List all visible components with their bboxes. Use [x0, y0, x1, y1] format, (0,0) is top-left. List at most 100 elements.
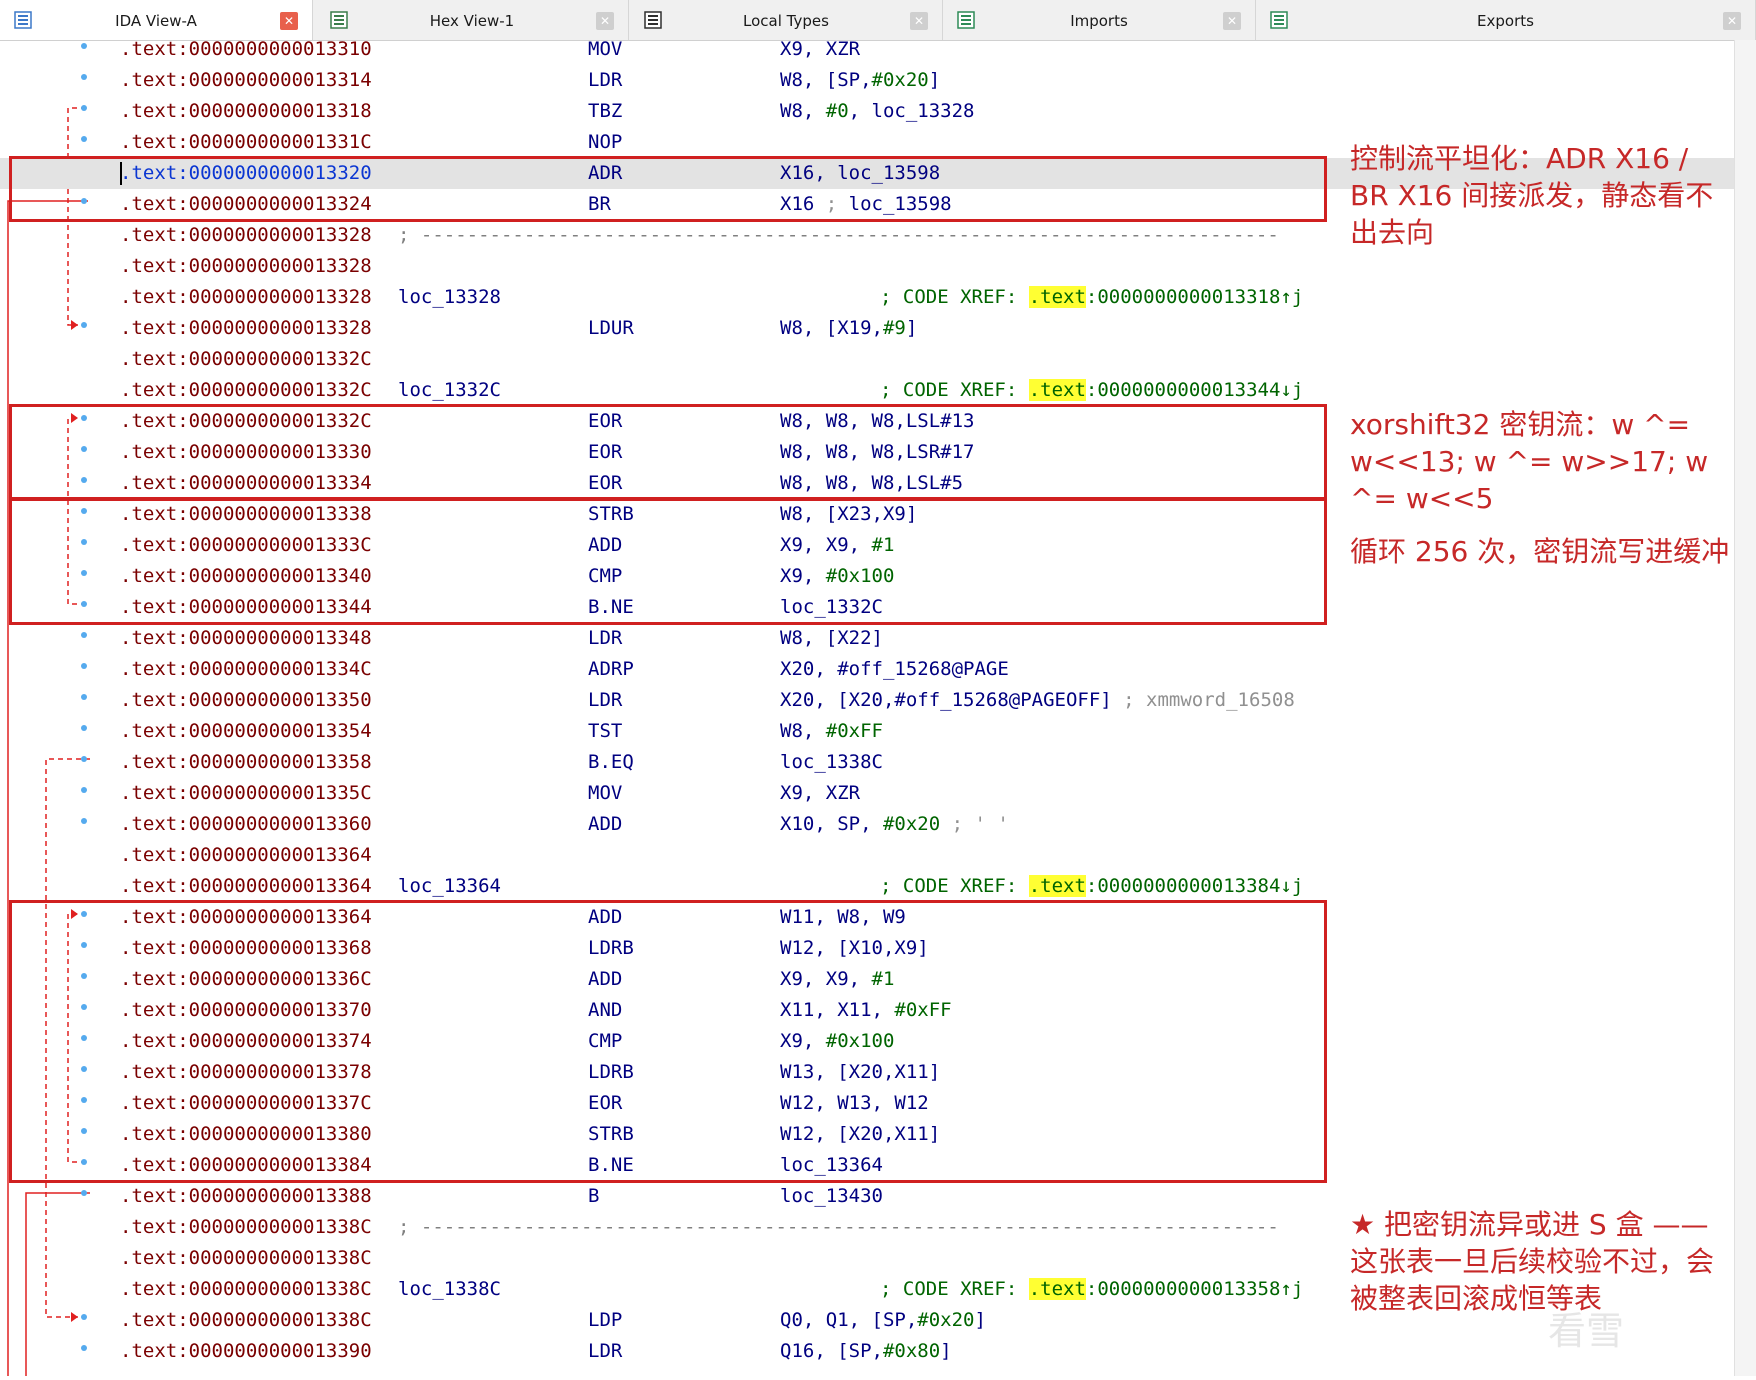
close-icon[interactable]: ✕ [910, 12, 928, 30]
annotation-note: ★ 把密钥流异或进 S 盒 —— 这张表一旦后续校验不过，会被整表回滚成恒等表 [1350, 1208, 1715, 1315]
watermark: 看雪 [1548, 1309, 1625, 1353]
operands: loc_1338C [780, 747, 883, 778]
operand-text: W8, [X22] [780, 627, 883, 649]
blank-row[interactable]: .text:000000000001332C [0, 344, 1735, 375]
instruction-row[interactable]: .text:0000000000013360 ADD X10, SP, #0x20 … [0, 809, 1735, 840]
comment: ; xmmword_16508 [1123, 689, 1295, 711]
xref-section: .text [1028, 379, 1086, 401]
blank-row[interactable]: .text:0000000000013328 [0, 251, 1735, 282]
separator-line: ; --------------------------------------… [398, 224, 1279, 246]
operand-text: X20, [X20,#off_15268@PAGEOFF] [780, 689, 1124, 711]
operand-text: X10, SP, [780, 813, 883, 835]
mnemonic: TST [588, 720, 623, 742]
instruction-row[interactable]: .text:0000000000013354 TST W8, #0xFF [0, 716, 1735, 747]
instruction-row[interactable]: .text:000000000001335C MOV X9, XZR [0, 778, 1735, 809]
xref-section: .text [1028, 286, 1086, 308]
xref-section: .text [1028, 1278, 1086, 1300]
tab-label: Exports [1477, 12, 1534, 30]
xref-target: :0000000000013344↓j [1085, 379, 1304, 401]
label-row[interactable]: .text:000000000001332C loc_1332C ; CODE XR… [0, 375, 1735, 406]
mnemonic: LDR [588, 1340, 623, 1362]
operands: W8, [X19,#9] [780, 313, 917, 344]
code-label[interactable]: loc_1338C [398, 1274, 501, 1305]
mnemonic: ADD [588, 813, 623, 835]
code-label[interactable]: loc_13364 [398, 871, 501, 902]
annotation-box [9, 404, 1327, 501]
address: .text:0000000000013318 [120, 100, 372, 122]
instruction-row[interactable]: .text:0000000000013350 LDR X20, [X20,#off_… [0, 685, 1735, 716]
vertical-scrollbar[interactable] [1734, 40, 1756, 1376]
operands: W8, #0xFF [780, 716, 883, 747]
address: .text:000000000001332C [120, 348, 372, 370]
xref-comment[interactable]: ; CODE XREF: .text:0000000000013318↑j [880, 282, 1303, 313]
mnemonic: LDP [588, 1309, 623, 1331]
instruction-row[interactable]: .text:0000000000013348 LDR W8, [X22] [0, 623, 1735, 654]
tab-label: Local Types [743, 12, 829, 30]
annotation-note: 控制流平坦化：ADR X16 / BR X16 间接派发，静态看不出去向 [1350, 142, 1714, 249]
close-icon[interactable]: ✕ [596, 12, 614, 30]
annotation-note: xorshift32 密钥流：w ^= w<<13; w ^= w>>17; w… [1350, 408, 1709, 515]
operand-text: X9, XZR [780, 38, 861, 60]
instruction-row[interactable]: .text:0000000000013390 LDR Q16, [SP,#0x80] [0, 1336, 1735, 1367]
tab-label: Hex View-1 [429, 12, 515, 30]
operands: X10, SP, #0x20 ; ' ' [780, 809, 1009, 840]
instruction-row[interactable]: .text:000000000001334C ADRP X20, #off_1526… [0, 654, 1735, 685]
instruction-row[interactable]: .text:0000000000013310 MOV X9, XZR [0, 34, 1735, 65]
blank-row[interactable]: .text:0000000000013364 [0, 840, 1735, 871]
operands: X20, [X20,#off_15268@PAGEOFF] ; xmmword_… [780, 685, 1295, 716]
mnemonic: ADRP [588, 658, 634, 680]
annotation-note: 循环 256 次，密钥流写进缓冲 [1350, 535, 1730, 568]
operands: W8, [SP,#0x20] [780, 65, 940, 96]
close-icon[interactable]: ✕ [280, 12, 298, 30]
address: .text:0000000000013310 [120, 38, 372, 60]
operand-text: ] [940, 1340, 952, 1362]
instruction-row[interactable]: .text:0000000000013314 LDR W8, [SP,#0x20] [0, 65, 1735, 96]
mnemonic: B.EQ [588, 751, 634, 773]
operand-text: Q16, [SP, [780, 1340, 883, 1362]
mnemonic: LDUR [588, 317, 634, 339]
immediate-operand: #0 [825, 100, 849, 122]
mnemonic: NOP [588, 131, 623, 153]
tab-label: IDA View-A [115, 12, 197, 30]
mnemonic: LDR [588, 627, 623, 649]
address: .text:000000000001331C [120, 131, 372, 153]
instruction-row[interactable]: .text:0000000000013328 LDUR W8, [X19,#9] [0, 313, 1735, 344]
operand-text: loc_13430 [780, 1185, 883, 1207]
tab-label: Imports [1070, 12, 1128, 30]
close-icon[interactable]: ✕ [1723, 12, 1741, 30]
instruction-row[interactable]: .text:0000000000013318 TBZ W8, #0, loc_133… [0, 96, 1735, 127]
immediate-operand: #9 [882, 317, 906, 339]
hex-view-icon [330, 11, 348, 29]
immediate-operand: #0x20 [917, 1309, 975, 1331]
label-row[interactable]: .text:0000000000013328 loc_13328 ; CODE XR… [0, 282, 1735, 313]
local-types-icon [644, 11, 662, 29]
comment: ; ' ' [940, 813, 1009, 835]
xref-comment[interactable]: ; CODE XREF: .text:0000000000013344↓j [880, 375, 1303, 406]
address: .text:0000000000013364 [120, 844, 372, 866]
address: .text:0000000000013354 [120, 720, 372, 742]
xref-comment[interactable]: ; CODE XREF: .text:0000000000013384↓j [880, 871, 1303, 902]
operand-text: W8, [780, 720, 826, 742]
operands: X20, #off_15268@PAGE [780, 654, 1009, 685]
mnemonic: TBZ [588, 100, 623, 122]
xref-comment[interactable]: ; CODE XREF: .text:0000000000013358↑j [880, 1274, 1303, 1305]
operand-text: X9, XZR [780, 782, 861, 804]
xref-prefix: ; CODE XREF: [880, 875, 1029, 897]
mnemonic: LDR [588, 689, 623, 711]
address: .text:0000000000013358 [120, 751, 372, 773]
label-row[interactable]: .text:0000000000013364 loc_13364 ; CODE XR… [0, 871, 1735, 902]
address: .text:0000000000013350 [120, 689, 372, 711]
operand-text: ] [928, 69, 941, 91]
xref-section: .text [1028, 875, 1086, 897]
close-icon[interactable]: ✕ [1223, 12, 1241, 30]
xref-prefix: ; CODE XREF: [880, 286, 1029, 308]
code-label[interactable]: loc_13328 [398, 282, 501, 313]
operands: W8, [X22] [780, 623, 883, 654]
code-label[interactable]: loc_1332C [398, 375, 501, 406]
instruction-row[interactable]: .text:0000000000013358 B.EQ loc_1338C [0, 747, 1735, 778]
address: .text:000000000001338C [120, 1309, 372, 1331]
annotation-box [9, 156, 1327, 222]
operands: X9, XZR [780, 34, 860, 65]
operand-text: X20, #off_15268@PAGE [780, 658, 1009, 680]
mnemonic: MOV [588, 38, 623, 60]
